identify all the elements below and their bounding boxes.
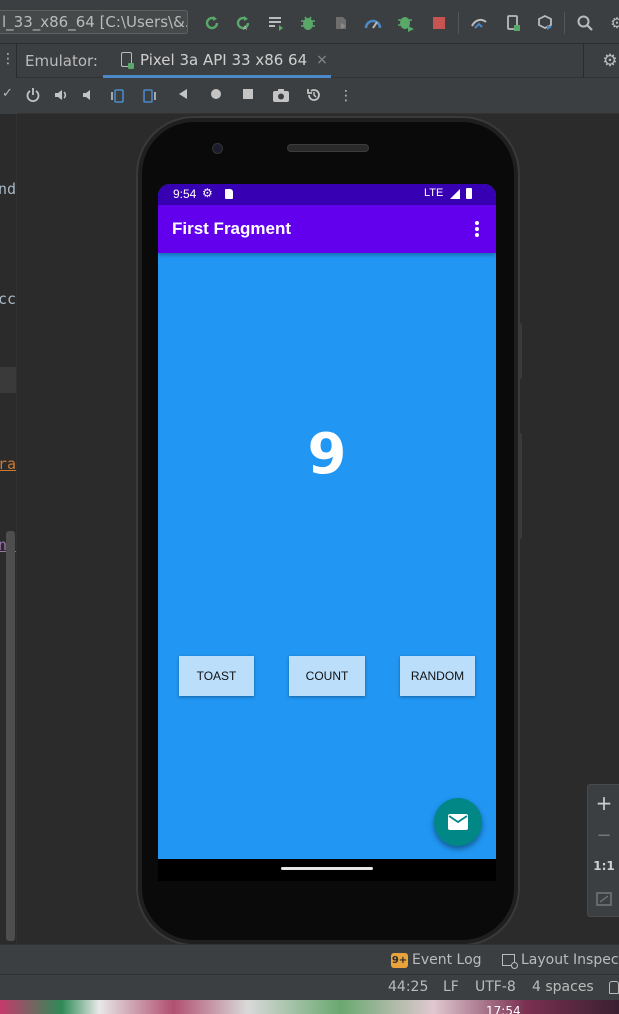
zoom-in-button[interactable]: + — [588, 791, 619, 815]
code-fragment: nd — [0, 180, 17, 198]
rerun-icon[interactable] — [203, 14, 221, 32]
apply-changes-icon[interactable]: A — [234, 14, 252, 32]
stop-icon[interactable] — [430, 14, 448, 32]
code-fragment: cc — [0, 290, 17, 308]
fit-screen-icon[interactable] — [588, 891, 619, 911]
sync-gradle-icon[interactable] — [470, 14, 488, 32]
android-status-bar: 9:54 ⚙ LTE — [158, 184, 496, 205]
sd-card-icon — [225, 189, 233, 199]
device-screen[interactable]: 9:54 ⚙ LTE First Fragment 9 TOAST COUNT … — [158, 184, 496, 859]
close-icon[interactable]: × — [316, 52, 328, 68]
tab-pixel-3a[interactable]: Pixel 3a API 33 x86 64 × — [103, 44, 331, 78]
count-value: 9 — [307, 422, 347, 487]
tab-label: Pixel 3a API 33 x86 64 — [140, 50, 308, 69]
divider — [583, 44, 584, 78]
current-line-highlight — [0, 367, 16, 393]
emulator-label: Emulator: — [25, 52, 98, 70]
tool-windows-bar: 9+ Event Log Layout Inspecto — [0, 944, 619, 974]
apply-code-changes-icon[interactable] — [267, 14, 285, 32]
actual-size-button[interactable]: 1:1 — [588, 859, 619, 873]
indent-setting[interactable]: 4 spaces — [532, 979, 594, 995]
settings-icon[interactable]: ⚙ — [608, 14, 619, 32]
device-icon — [121, 52, 134, 69]
earpiece-speaker — [287, 144, 369, 152]
volume-rocker — [518, 433, 522, 539]
signal-icon — [450, 189, 460, 199]
network-type: LTE — [424, 187, 444, 199]
scrollbar[interactable] — [6, 531, 15, 941]
rotate-right-icon[interactable] — [141, 87, 159, 105]
status-time: 9:54 — [173, 187, 197, 201]
event-log-label: Event Log — [412, 952, 482, 968]
device-manager-icon[interactable] — [504, 14, 522, 32]
event-log-button[interactable]: 9+ Event Log — [391, 952, 482, 968]
line-separator[interactable]: LF — [443, 979, 459, 995]
caret-position[interactable]: 44:25 — [388, 979, 428, 995]
settings-notification-icon: ⚙ — [202, 186, 213, 200]
code-editor-fragment: nd cc ra nt — [0, 114, 17, 944]
screenshot-icon[interactable] — [272, 87, 290, 105]
count-button[interactable]: COUNT — [289, 656, 365, 696]
main-toolbar: l_33_x86_64 [C:\Users\&... A ⚙ — [0, 0, 619, 44]
page-title: First Fragment — [172, 219, 292, 238]
zoom-out-button[interactable]: − — [588, 825, 619, 846]
back-icon[interactable] — [174, 87, 192, 105]
emulator-tab-bar: Emulator: Pixel 3a API 33 x86 64 × ⚙ — [17, 44, 619, 78]
profiler-icon[interactable] — [364, 14, 382, 32]
front-camera — [212, 143, 223, 154]
notification-badge: 9+ — [391, 952, 408, 968]
layout-inspector-icon — [502, 954, 518, 969]
lock-icon[interactable] — [609, 981, 619, 994]
app-toolbar: First Fragment — [158, 205, 496, 253]
attach-debugger-icon[interactable] — [332, 14, 350, 32]
layout-inspector-button[interactable]: Layout Inspecto — [502, 952, 619, 969]
overflow-menu-icon[interactable] — [470, 219, 484, 239]
file-encoding[interactable]: UTF-8 — [475, 979, 516, 995]
checkmark-icon[interactable]: ✓ — [2, 86, 13, 101]
home-icon[interactable] — [207, 87, 225, 105]
volume-up-icon[interactable] — [52, 87, 70, 105]
layout-inspector-label: Layout Inspecto — [521, 952, 619, 968]
panel-options-icon[interactable]: ⋮ — [1, 51, 15, 67]
zoom-controls: + − 1:1 — [587, 784, 619, 917]
power-button — [518, 323, 522, 379]
email-icon — [448, 814, 468, 830]
sdk-manager-icon[interactable] — [536, 14, 554, 32]
snapshot-icon[interactable] — [305, 87, 323, 105]
home-gesture-handle[interactable] — [281, 867, 373, 870]
left-panel-header: ✓ — [0, 78, 17, 114]
toolbar-separator — [458, 12, 459, 34]
debug-icon[interactable] — [299, 14, 317, 32]
power-icon[interactable] — [24, 87, 42, 105]
rotate-left-icon[interactable] — [108, 87, 126, 105]
overview-icon[interactable] — [239, 87, 257, 105]
status-bar: 44:25 LF UTF-8 4 spaces — [0, 974, 619, 1000]
toast-button[interactable]: TOAST — [179, 656, 254, 696]
taskbar-clock: 17:54 — [486, 1004, 521, 1014]
navigation-bar — [158, 859, 496, 881]
more-icon[interactable]: ⋮ — [337, 87, 355, 105]
desktop-wallpaper — [0, 1000, 619, 1014]
email-fab[interactable] — [434, 798, 482, 846]
battery-icon — [466, 188, 472, 199]
gear-icon[interactable]: ⚙ — [601, 52, 619, 70]
left-panel-header: ⋮ — [0, 44, 17, 78]
coverage-icon[interactable] — [397, 14, 415, 32]
random-button[interactable]: RANDOM — [400, 656, 475, 696]
emulator-controls: ⋮ — [17, 78, 619, 114]
code-fragment: ra — [0, 455, 17, 473]
volume-down-icon[interactable] — [79, 87, 97, 105]
toolbar-separator — [564, 12, 565, 34]
run-configuration-select[interactable]: l_33_x86_64 [C:\Users\&... — [0, 10, 188, 34]
search-icon[interactable] — [576, 14, 594, 32]
